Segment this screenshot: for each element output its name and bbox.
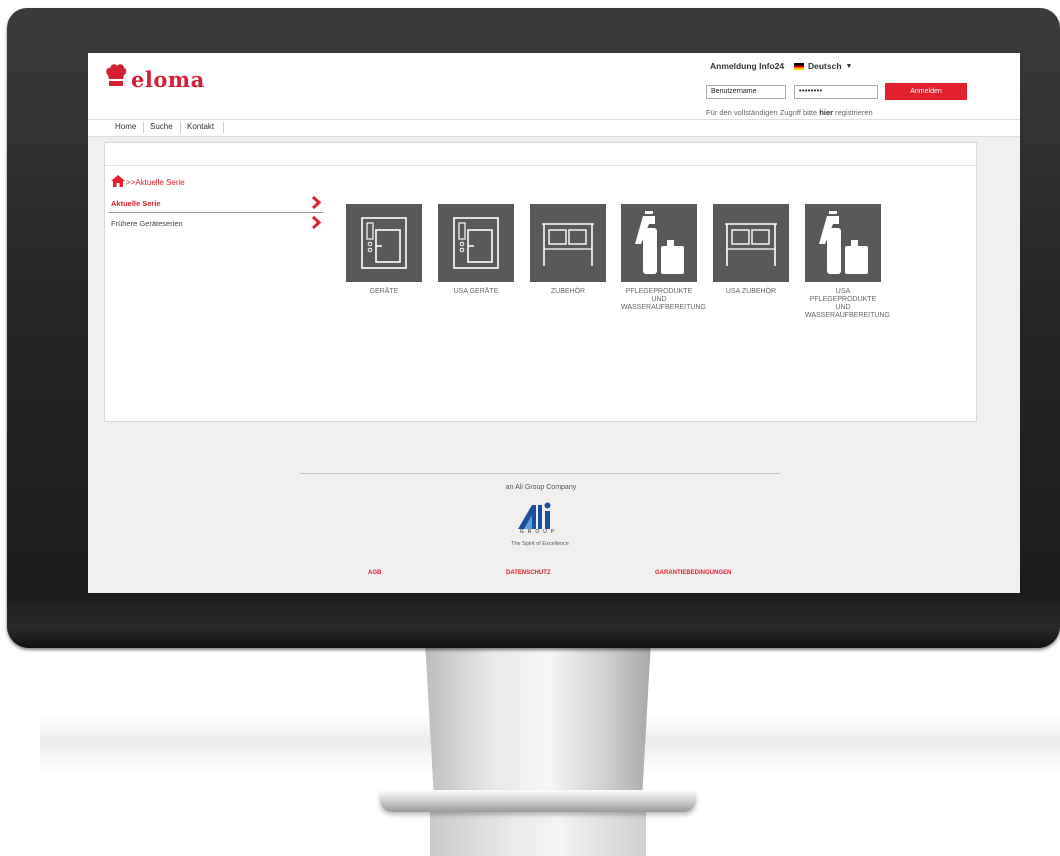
footer-slogan: The Spirit of Excellence xyxy=(511,541,569,547)
login-title: Anmeldung Info24 xyxy=(710,61,785,71)
category-tile-usa-accessories[interactable]: USA ZUBEHÖR xyxy=(713,204,789,296)
chevron-right-icon xyxy=(312,216,321,229)
category-tile-usa-care-products[interactable]: USA PFLEGEPRODUKTE UND WASSERAUFBEREITUN… xyxy=(805,204,890,320)
cleaning-products-icon xyxy=(819,211,868,274)
footer-group-word: GROUP xyxy=(519,529,559,535)
monitor-stand-lower xyxy=(430,812,646,856)
monitor-stand-neck xyxy=(425,640,651,800)
language-label: Deutsch xyxy=(808,61,842,71)
footer-company: an Ali Group Company xyxy=(505,484,577,491)
cleaning-products-icon xyxy=(635,211,684,274)
tile-label: ZUBEHÖR xyxy=(550,288,586,295)
footer-link-privacy[interactable]: DATENSCHUTZ xyxy=(506,570,551,576)
tile-label: USA PFLEGEPRODUKTE UND WASSERAUFBEREITUN… xyxy=(805,288,890,319)
german-flag-icon xyxy=(794,62,804,70)
tile-image xyxy=(713,204,789,282)
category-tile-accessories[interactable]: ZUBEHÖR xyxy=(530,204,606,296)
footer-divider xyxy=(300,473,780,474)
sidebar-item-previous-series[interactable]: Frühere Geräteserien xyxy=(109,216,323,232)
sidebar-item-label: Frühere Geräteserien xyxy=(111,219,183,228)
category-tile-usa-devices[interactable]: USA GERÄTE xyxy=(438,204,514,296)
tile-label: GERÄTE xyxy=(369,288,399,295)
monitor-stand-base xyxy=(380,790,696,812)
category-tile-devices[interactable]: GERÄTE xyxy=(346,204,422,296)
content-panel: >> Aktuelle Serie Aktuelle Serie Frühere… xyxy=(104,142,977,422)
username-input[interactable]: Benutzername xyxy=(706,85,786,99)
eloma-logo[interactable]: eloma xyxy=(105,63,225,93)
panel-header-bar xyxy=(105,143,976,166)
sidebar-item-label: Aktuelle Serie xyxy=(111,199,161,208)
password-input[interactable]: •••••••• xyxy=(794,85,878,99)
login-button[interactable]: Anmelden xyxy=(885,83,967,100)
chevron-right-icon xyxy=(312,196,321,209)
nav-contact[interactable]: Kontakt xyxy=(187,122,214,131)
register-prefix: Für den vollständigen Zugriff bitte xyxy=(706,108,818,117)
tile-label: PFLEGEPRODUKTE UND WASSERAUFBEREITUNG xyxy=(621,288,706,311)
tile-image xyxy=(530,204,606,282)
brand-name: eloma xyxy=(131,67,205,92)
site-header: eloma Anmeldung Info24 Deutsch ▼ Benutze… xyxy=(88,53,1020,119)
register-link[interactable]: hier xyxy=(819,108,833,117)
oven-icon xyxy=(453,217,499,269)
nav-search[interactable]: Suche xyxy=(150,122,173,131)
category-tile-care-products[interactable]: PFLEGEPRODUKTE UND WASSERAUFBEREITUNG xyxy=(621,204,706,312)
nav-divider xyxy=(143,122,144,133)
nav-home[interactable]: Home xyxy=(115,122,136,131)
sidebar-item-current-series[interactable]: Aktuelle Serie xyxy=(109,196,323,213)
footer-link-warranty[interactable]: GARANTIEBEDINGUNGEN xyxy=(655,570,731,576)
breadcrumb: >> Aktuelle Serie xyxy=(111,175,185,187)
tile-image xyxy=(346,204,422,282)
tile-image xyxy=(805,204,881,282)
rack-icon xyxy=(542,223,594,266)
nav-divider xyxy=(180,122,181,133)
tile-label: USA ZUBEHÖR xyxy=(725,288,777,295)
register-suffix: registrieren xyxy=(835,108,873,117)
tile-label: USA GERÄTE xyxy=(453,288,499,295)
oven-icon xyxy=(361,217,407,269)
monitor-chin xyxy=(7,596,1060,648)
breadcrumb-current[interactable]: Aktuelle Serie xyxy=(135,178,184,187)
main-nav: Home Suche Kontakt xyxy=(88,119,1020,137)
footer-link-agb[interactable]: AGB xyxy=(368,570,381,576)
breadcrumb-separator: >> xyxy=(126,178,136,187)
rack-icon xyxy=(725,223,777,266)
tile-image xyxy=(621,204,697,282)
language-select[interactable]: Deutsch ▼ xyxy=(794,61,852,71)
caret-down-icon: ▼ xyxy=(845,62,853,70)
chef-hat-icon xyxy=(106,64,127,86)
tile-image xyxy=(438,204,514,282)
monitor-screen: eloma Anmeldung Info24 Deutsch ▼ Benutze… xyxy=(88,53,1020,593)
nav-divider xyxy=(223,122,224,133)
home-icon[interactable] xyxy=(111,175,125,187)
register-hint: Für den vollständigen Zugriff bitte hier… xyxy=(706,108,873,117)
